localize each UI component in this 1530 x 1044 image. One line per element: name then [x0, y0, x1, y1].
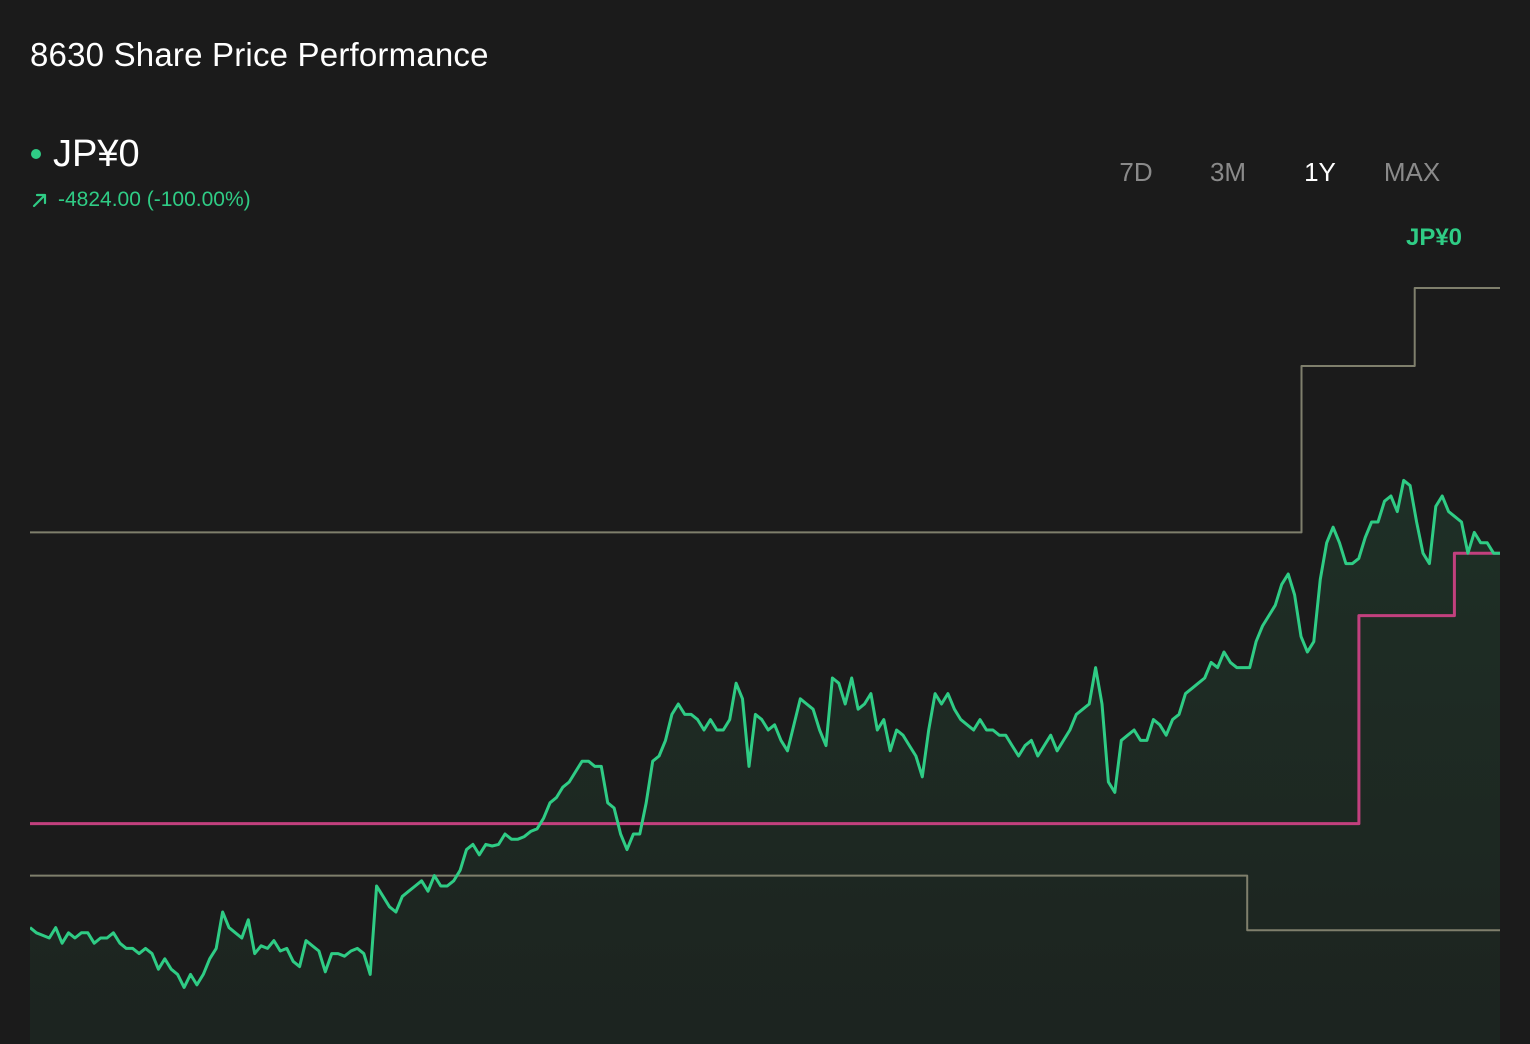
upper-band-line [30, 287, 1500, 534]
end-price-label: JP¥0 [1406, 224, 1462, 251]
price-area-fill [30, 480, 1500, 1044]
price-chart: JP¥0 [30, 224, 1500, 1044]
